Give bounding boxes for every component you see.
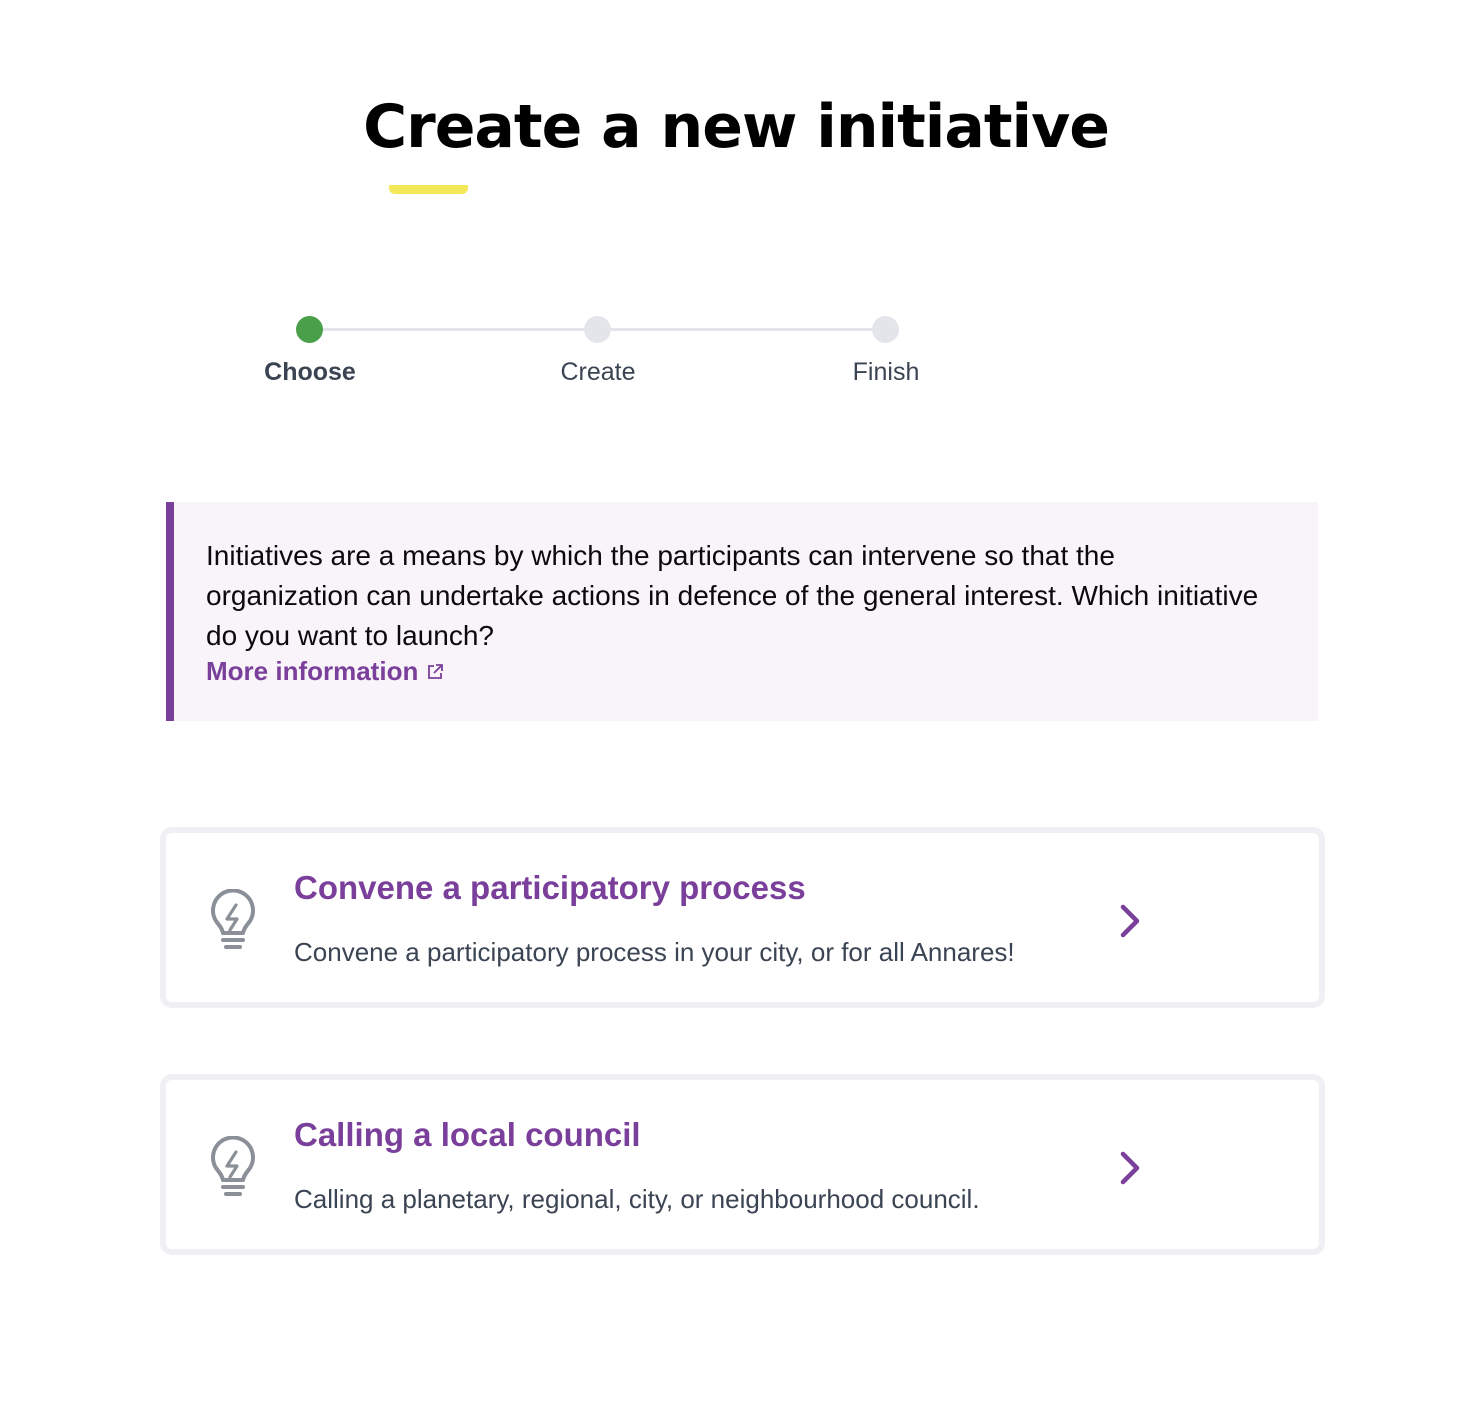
more-information-link[interactable]: More information — [206, 656, 444, 687]
chevron-right-icon — [1120, 1151, 1140, 1185]
option-description: Convene a participatory process in your … — [294, 937, 1015, 967]
option-card-participatory-process[interactable]: Convene a participatory process Convene … — [160, 827, 1325, 1008]
info-callout: Initiatives are a means by which the par… — [166, 502, 1318, 721]
step-dot-create — [584, 316, 611, 343]
option-description: Calling a planetary, regional, city, or … — [294, 1184, 980, 1214]
step-label-create: Create — [560, 358, 636, 386]
option-card-local-council[interactable]: Calling a local council Calling a planet… — [160, 1074, 1325, 1255]
info-text: Initiatives are a means by which the par… — [206, 540, 1259, 651]
external-link-icon — [428, 663, 444, 679]
step-connector — [323, 328, 585, 331]
chevron-right-icon — [1120, 904, 1140, 938]
option-title: Calling a local council — [294, 1116, 641, 1153]
more-information-label: More information — [206, 656, 419, 686]
lightbulb-icon — [211, 889, 255, 949]
lightbulb-icon — [211, 1136, 255, 1196]
step-label-choose: Choose — [264, 358, 356, 386]
option-title: Convene a participatory process — [294, 869, 806, 906]
step-connector — [611, 328, 873, 331]
title-underline — [389, 185, 468, 194]
step-dot-choose — [296, 316, 323, 343]
step-dot-finish — [872, 316, 899, 343]
step-label-finish: Finish — [852, 358, 920, 386]
page-title: Create a new initiative — [363, 92, 1110, 162]
